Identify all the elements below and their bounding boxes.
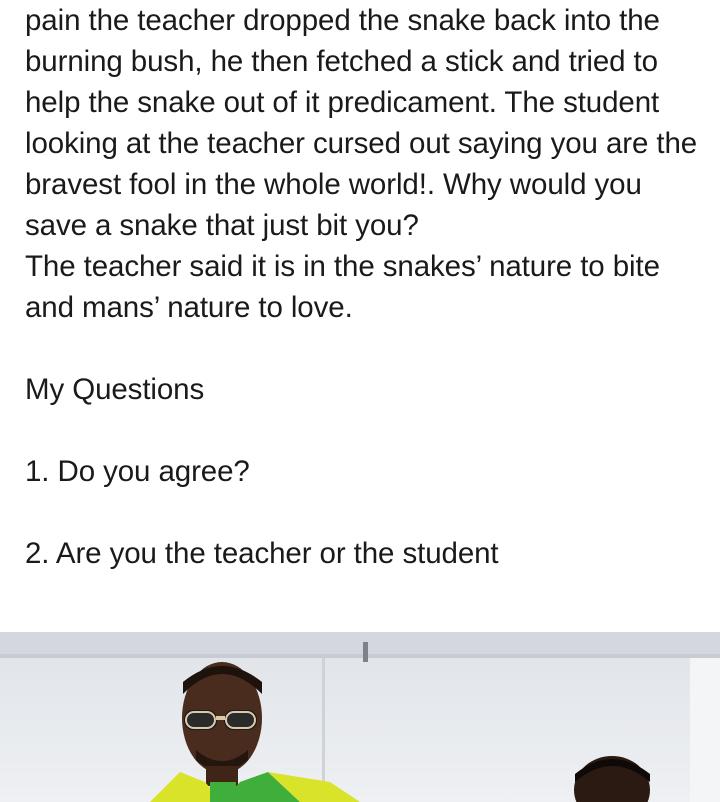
question-2: 2. Are you the teacher or the student	[25, 537, 499, 570]
questions-heading: My Questions	[25, 373, 205, 406]
post-paragraph-answer: The teacher said it is in the snakes’ na…	[25, 250, 668, 324]
post-paragraph-story: pain the teacher dropped the snake back …	[25, 4, 706, 242]
photo-image	[0, 632, 720, 802]
post-text: pain the teacher dropped the snake back …	[25, 0, 705, 574]
question-1: 1. Do you agree?	[25, 455, 250, 488]
post-photo[interactable]	[0, 632, 720, 802]
